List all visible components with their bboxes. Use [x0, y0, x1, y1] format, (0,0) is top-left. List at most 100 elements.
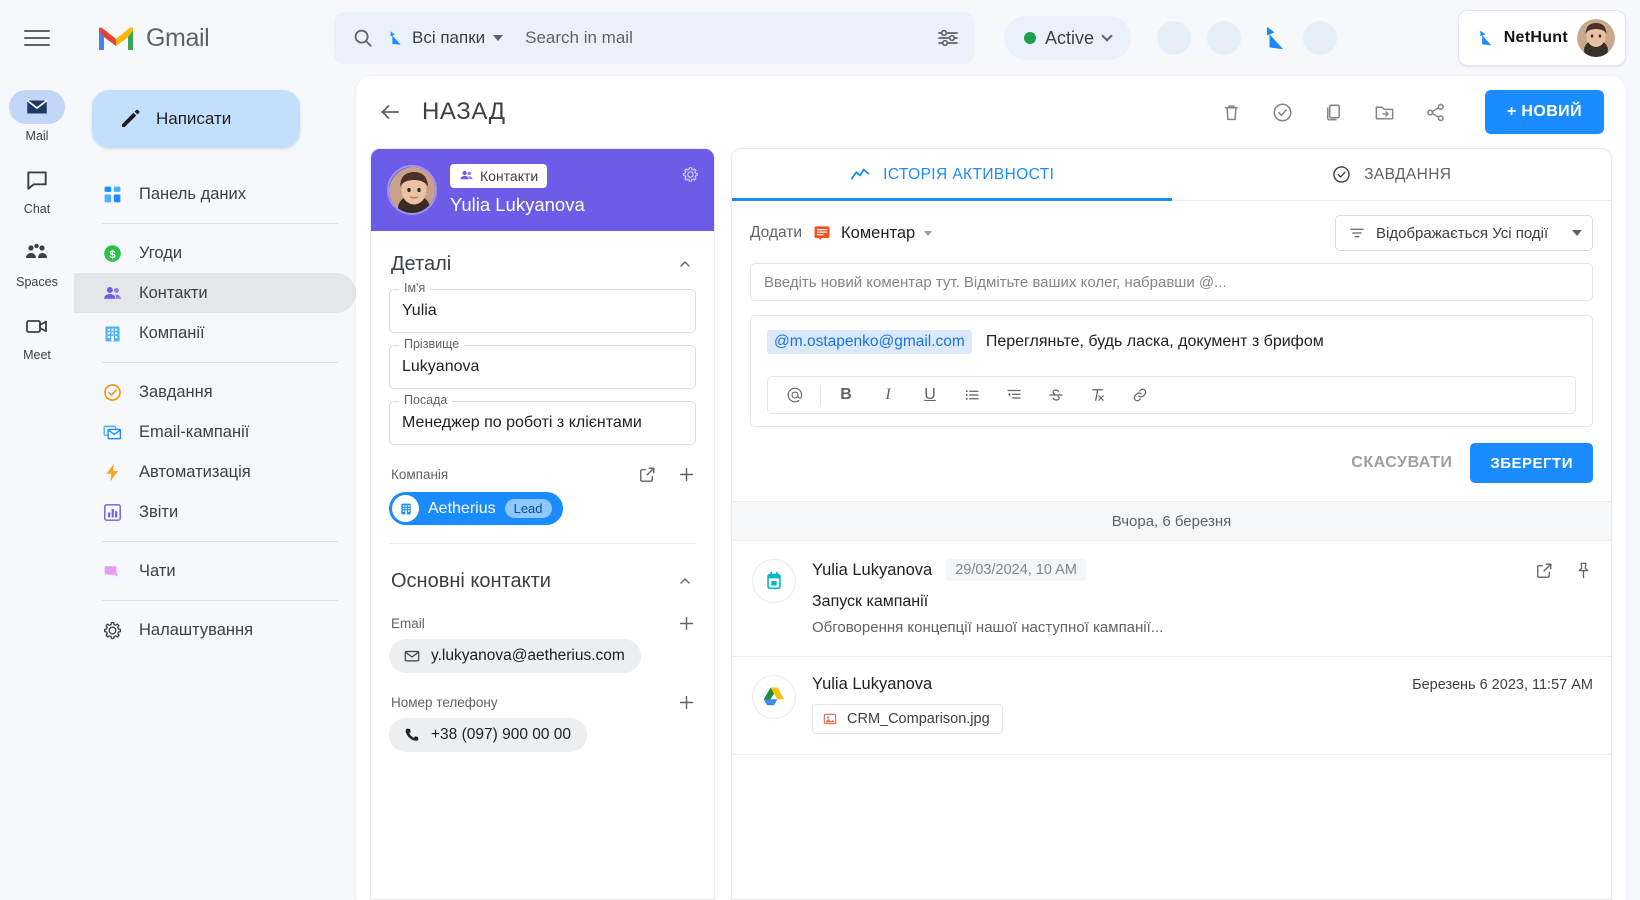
link-icon[interactable]	[1119, 377, 1161, 413]
sidebar-item-settings[interactable]: Налаштування	[74, 610, 356, 650]
open-external-icon[interactable]	[638, 465, 657, 484]
bold-icon[interactable]: B	[825, 377, 867, 413]
arrow-left-icon[interactable]	[378, 100, 402, 124]
date-separator-label: Вчора, 6 березня	[1111, 512, 1232, 530]
sidebar-item-email-campaigns[interactable]: Email-кампанії	[74, 412, 356, 452]
chevron-up-icon[interactable]	[672, 568, 698, 594]
back-button[interactable]: НАЗАД	[378, 98, 506, 126]
company-chip[interactable]: Aetherius Lead	[389, 492, 563, 525]
feed-item[interactable]: Yulia Lukyanova Березень 6 2023, 11:57 A…	[732, 657, 1611, 755]
tab-tasks[interactable]: ЗАВДАННЯ	[1172, 149, 1612, 200]
email-value-pill[interactable]: y.lukyanova@aetherius.com	[389, 639, 641, 673]
field-last-name[interactable]: Прізвище Lukyanova	[389, 337, 696, 389]
activity-icon	[850, 168, 870, 180]
chevron-down-icon[interactable]	[493, 35, 504, 41]
phone-label: Номер телефону	[391, 695, 498, 710]
sidebar-divider-1	[102, 223, 338, 224]
rail-item-chat[interactable]: Chat	[5, 163, 69, 216]
email-label-row: Email	[371, 606, 714, 639]
avatar[interactable]	[1577, 19, 1615, 57]
save-button[interactable]: ЗБЕРЕГТИ	[1470, 443, 1593, 483]
avatar[interactable]	[387, 165, 437, 215]
app-rail: Mail Chat Spaces Meet	[0, 76, 74, 900]
indent-icon[interactable]	[993, 377, 1035, 413]
mention-chip[interactable]: @m.ostapenko@gmail.com	[767, 330, 972, 354]
attachment-chip[interactable]: CRM_Comparison.jpg	[812, 704, 1003, 734]
share-icon[interactable]	[1424, 101, 1447, 124]
sidebar-item-companies[interactable]: Компанії	[74, 313, 356, 353]
status-selector[interactable]: Active	[1004, 16, 1132, 60]
field-first-name[interactable]: Ім'я Yulia	[389, 281, 696, 333]
menu-button[interactable]	[0, 30, 74, 46]
search-bar[interactable]: Всі папки Search in mail	[334, 12, 974, 64]
comment-draft-text[interactable]: Перегляньте, будь ласка, документ з бриф…	[986, 333, 1324, 351]
sidebar-label-automation: Автоматизація	[139, 462, 251, 481]
add-company-icon[interactable]	[677, 465, 696, 484]
comment-type-selector[interactable]: Коментар	[812, 223, 933, 243]
event-filter-select[interactable]: Відображається Усі події	[1335, 215, 1593, 251]
field-value-last-name: Lukyanova	[402, 358, 480, 375]
chat-icon	[9, 163, 65, 197]
placeholder-icon-1[interactable]	[1157, 21, 1192, 55]
rail-item-spaces[interactable]: Spaces	[5, 236, 69, 289]
search-input[interactable]: Search in mail	[525, 28, 633, 48]
sidebar-label-companies: Компанії	[139, 323, 205, 342]
sidebar-item-deals[interactable]: $ Угоди	[74, 233, 356, 273]
duplicate-icon[interactable]	[1322, 101, 1345, 124]
field-position[interactable]: Посада Менеджер по роботі з клієнтами	[389, 393, 696, 445]
account-button[interactable]: NetHunt	[1457, 10, 1626, 66]
delete-icon[interactable]	[1220, 101, 1243, 124]
folder-filter[interactable]: Всі папки	[384, 28, 504, 48]
feed-item-content: Yulia Lukyanova 29/03/2024, 10 AM Запуск…	[812, 559, 1593, 636]
compose-button[interactable]: Написати	[92, 90, 300, 148]
underline-icon[interactable]: U	[909, 377, 951, 413]
tab-activity-history[interactable]: ІСТОРІЯ АКТИВНОСТІ	[732, 149, 1172, 201]
field-label-last-name: Прізвище	[399, 337, 465, 351]
comment-input[interactable]: Введіть новий коментар тут. Відмітьте ва…	[750, 263, 1593, 301]
gmail-brand[interactable]: Gmail	[74, 23, 304, 53]
gear-icon[interactable]	[681, 165, 700, 184]
complete-icon[interactable]	[1271, 101, 1294, 124]
move-to-folder-icon[interactable]	[1373, 101, 1396, 124]
new-record-button[interactable]: + НОВИЙ	[1484, 90, 1604, 134]
status-label: Active	[1045, 27, 1095, 48]
chevron-down-icon[interactable]	[1572, 230, 1582, 236]
contacts-section-title: Основні контакти	[391, 569, 551, 592]
open-external-icon[interactable]	[1535, 561, 1554, 580]
record-type-badge[interactable]: Контакти	[450, 163, 548, 188]
italic-icon[interactable]: I	[867, 377, 909, 413]
search-icon[interactable]	[352, 27, 374, 49]
record-type-label: Контакти	[480, 167, 539, 184]
company-label-row: Компанія	[371, 457, 714, 490]
chevron-down-icon[interactable]	[1101, 30, 1113, 42]
sidebar-item-contacts[interactable]: Контакти	[74, 273, 356, 313]
chevron-down-icon[interactable]	[924, 230, 933, 236]
feed-author: Yulia Lukyanova	[812, 675, 933, 693]
main-area: НАЗАД + НОВИЙ Контакти Yulia Lukyanova Д…	[356, 76, 1640, 900]
sidebar-label-chats: Чати	[139, 561, 176, 580]
phone-value-pill[interactable]: +38 (097) 900 00 00	[389, 718, 588, 752]
hamburger-icon[interactable]	[24, 30, 50, 46]
add-phone-icon[interactable]	[677, 693, 696, 712]
feed-item[interactable]: Yulia Lukyanova 29/03/2024, 10 AM Запуск…	[732, 541, 1611, 657]
rail-item-mail[interactable]: Mail	[5, 90, 69, 143]
sidebar-item-dashboard[interactable]: Панель даних	[74, 174, 356, 214]
cancel-button[interactable]: СКАСУВАТИ	[1351, 454, 1452, 472]
sidebar-item-tasks[interactable]: Завдання	[74, 372, 356, 412]
sidebar-item-automation[interactable]: Автоматизація	[74, 452, 356, 492]
app-body: Mail Chat Spaces Meet Написати Панель да…	[0, 76, 1640, 900]
rail-item-meet[interactable]: Meet	[5, 309, 69, 362]
add-email-icon[interactable]	[677, 614, 696, 633]
sidebar-item-reports[interactable]: Звіти	[74, 492, 356, 532]
sidebar-item-chats[interactable]: Чати	[74, 551, 356, 591]
chevron-up-icon[interactable]	[672, 251, 698, 277]
bullet-list-icon[interactable]	[951, 377, 993, 413]
strikethrough-icon[interactable]	[1035, 377, 1077, 413]
placeholder-icon-2[interactable]	[1207, 21, 1242, 55]
pin-icon[interactable]	[1574, 561, 1593, 580]
clear-format-icon[interactable]	[1077, 377, 1119, 413]
nethunt-app-icon[interactable]	[1257, 23, 1287, 53]
placeholder-icon-3[interactable]	[1303, 21, 1338, 55]
mention-icon[interactable]	[774, 377, 816, 413]
search-options-icon[interactable]	[936, 26, 960, 50]
